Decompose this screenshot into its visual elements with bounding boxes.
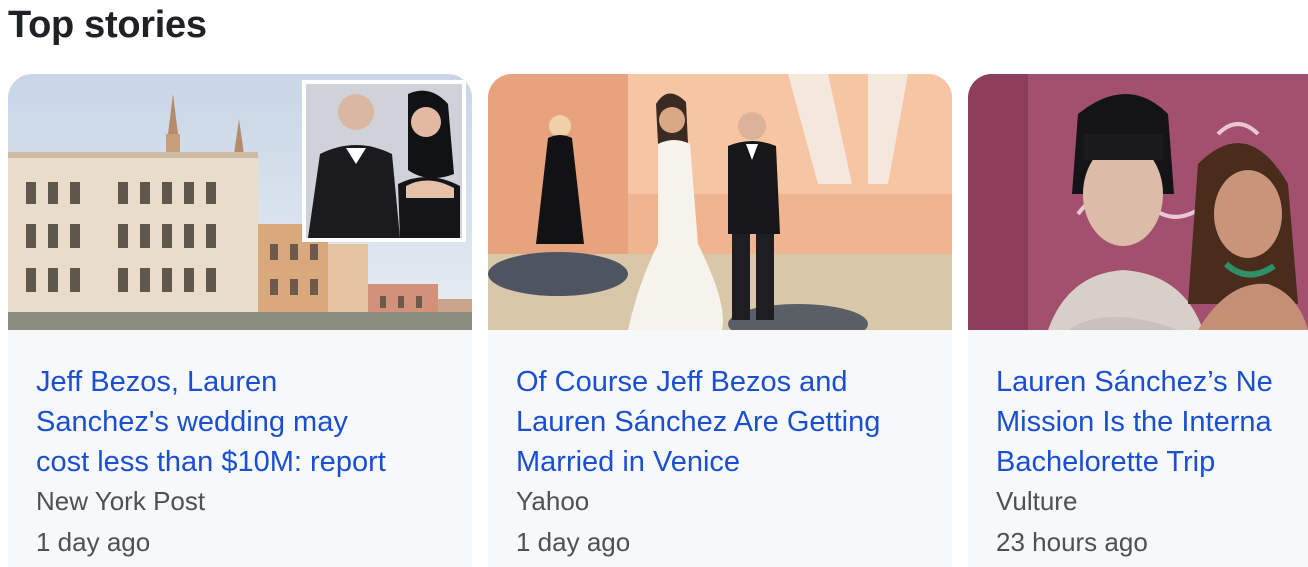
- story-card-3[interactable]: Lauren Sánchez’s Ne Mission Is the Inter…: [968, 74, 1308, 567]
- story-headline-2[interactable]: Of Course Jeff Bezos and Lauren Sánchez …: [516, 362, 936, 482]
- top-stories-carousel[interactable]: Jeff Bezos, Lauren Sanchez's wedding may…: [8, 74, 1308, 567]
- story-image-3[interactable]: [968, 74, 1308, 330]
- story-source-2: Yahoo: [516, 486, 590, 516]
- story-source-1: New York Post: [36, 486, 206, 516]
- story-headline-1[interactable]: Jeff Bezos, Lauren Sanchez's wedding may…: [36, 362, 456, 482]
- story-age-2: 1 day ago: [516, 527, 631, 557]
- story-image-2[interactable]: [488, 74, 952, 330]
- story-card-2[interactable]: Of Course Jeff Bezos and Lauren Sánchez …: [488, 74, 952, 567]
- story-source-3: Vulture: [996, 486, 1078, 516]
- story-headline-3[interactable]: Lauren Sánchez’s Ne Mission Is the Inter…: [996, 362, 1308, 482]
- story-card-1[interactable]: Jeff Bezos, Lauren Sanchez's wedding may…: [8, 74, 472, 567]
- story-age-1: 1 day ago: [36, 527, 151, 557]
- story-age-3: 23 hours ago: [996, 527, 1148, 557]
- story-image-1[interactable]: [8, 74, 472, 330]
- section-title: Top stories: [8, 4, 207, 46]
